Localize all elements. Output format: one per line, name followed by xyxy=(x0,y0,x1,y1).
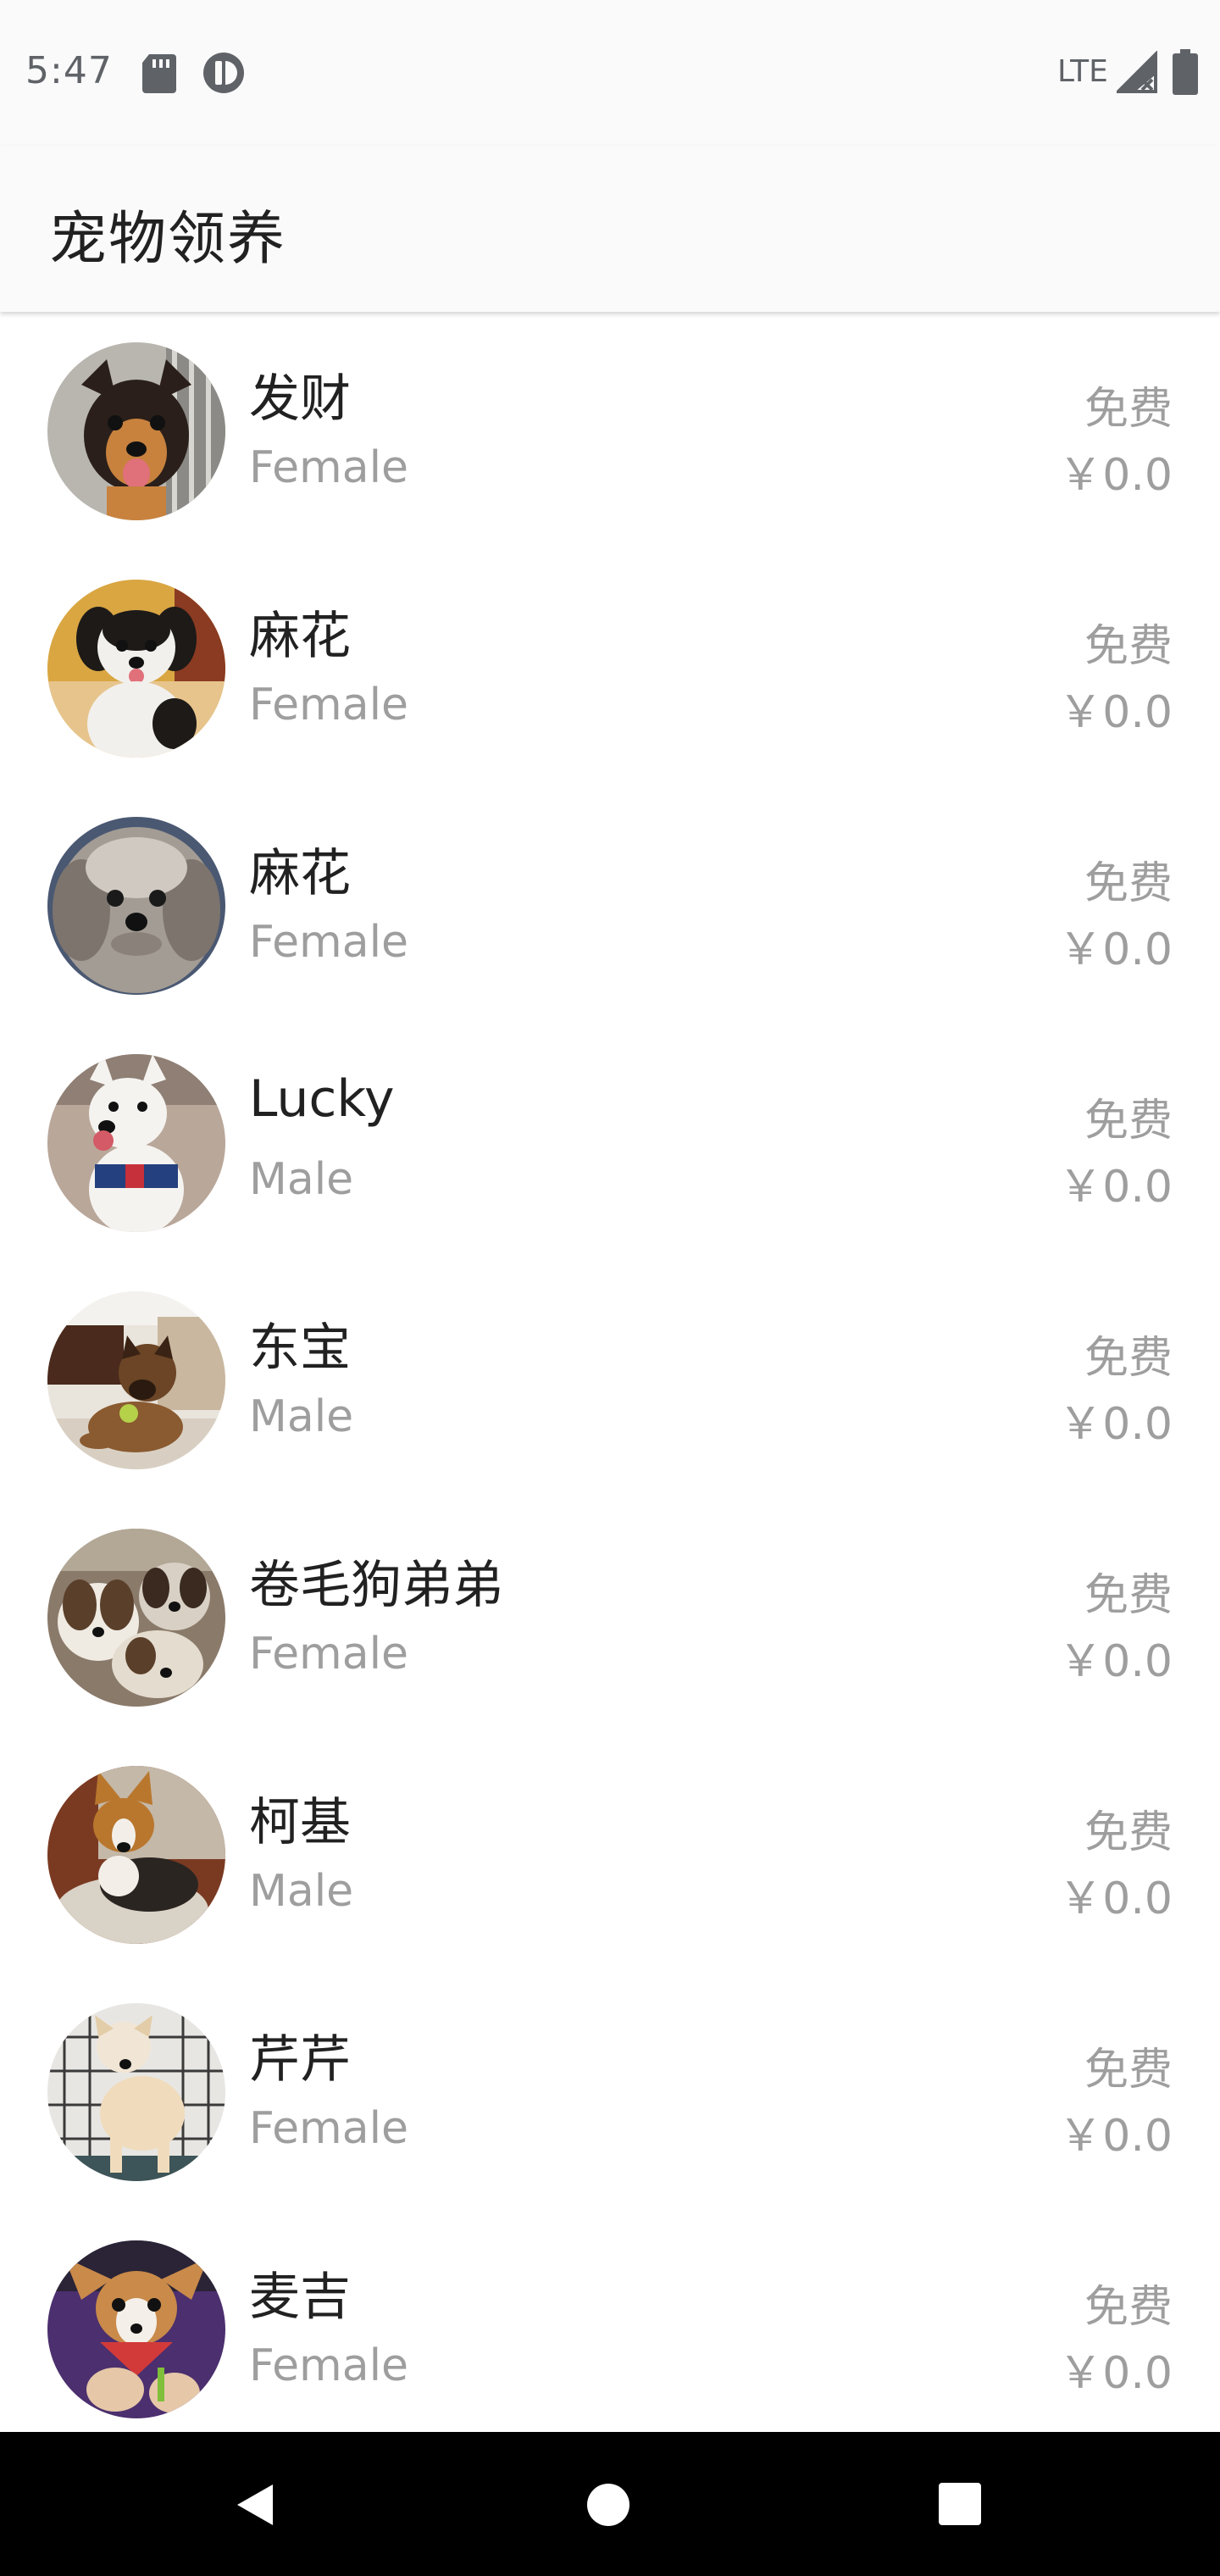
pet-name: 芹芹 xyxy=(249,2030,351,2090)
pet-avatar xyxy=(47,2003,225,2181)
pet-avatar xyxy=(47,2240,225,2418)
list-item[interactable]: 麦吉 Female 免费 ￥0.0 xyxy=(0,2213,1220,2451)
pet-gender: Female xyxy=(249,680,409,730)
page-title: 宠物领养 xyxy=(49,206,287,273)
pet-avatar xyxy=(47,342,225,520)
pet-name: Lucky xyxy=(249,1069,395,1129)
pet-list[interactable]: 发财 Female 免费 ￥0.0 麻花 Female 免费 ￥0.0 麻花 F… xyxy=(0,315,1220,2451)
screen: 5:47 LTE 宠物领养 发财 Female 免费 ￥0.0 麻花 Femal… xyxy=(0,0,1220,2576)
fee-label: 免费 xyxy=(1084,2045,1173,2096)
fee-label: 免费 xyxy=(1084,621,1173,672)
sd-card-icon xyxy=(141,53,178,93)
fee-price: ￥0.0 xyxy=(1058,1874,1173,1924)
fee-label: 免费 xyxy=(1084,1570,1173,1621)
fee-label: 免费 xyxy=(1084,1333,1173,1384)
navigation-bar xyxy=(0,2432,1220,2576)
list-item[interactable]: 麻花 Female 免费 ￥0.0 xyxy=(0,790,1220,1027)
battery-icon xyxy=(1173,49,1198,95)
pet-avatar xyxy=(47,1529,225,1707)
fee-price: ￥0.0 xyxy=(1058,1162,1173,1213)
pet-gender: Female xyxy=(249,917,409,968)
fee-price: ￥0.0 xyxy=(1058,1636,1173,1687)
fee-price: ￥0.0 xyxy=(1058,687,1173,738)
pet-gender: Female xyxy=(249,442,409,493)
pet-name: 麻花 xyxy=(249,844,351,903)
pet-name: 麦吉 xyxy=(249,2268,351,2327)
list-item[interactable]: 发财 Female 免费 ￥0.0 xyxy=(0,315,1220,552)
pet-avatar xyxy=(47,1054,225,1232)
app-bar: 宠物领养 xyxy=(0,146,1220,312)
fee-label: 免费 xyxy=(1084,2282,1173,2333)
list-item[interactable]: 芹芹 Female 免费 ￥0.0 xyxy=(0,1976,1220,2213)
fee-label: 免费 xyxy=(1084,384,1173,435)
network-type: LTE xyxy=(1057,54,1108,89)
fee-price: ￥0.0 xyxy=(1058,2348,1173,2399)
pet-avatar xyxy=(47,817,225,995)
list-item[interactable]: 麻花 Female 免费 ￥0.0 xyxy=(0,552,1220,790)
fee-price: ￥0.0 xyxy=(1058,924,1173,975)
pet-name: 卷毛狗弟弟 xyxy=(249,1556,503,1615)
pet-name: 发财 xyxy=(249,369,351,429)
pet-gender: Male xyxy=(249,1866,354,1917)
list-item[interactable]: 东宝 Male 免费 ￥0.0 xyxy=(0,1264,1220,1502)
status-bar: 5:47 LTE xyxy=(0,0,1220,146)
pet-avatar xyxy=(47,580,225,758)
pet-gender: Male xyxy=(249,1154,354,1205)
list-item[interactable]: 柯基 Male 免费 ￥0.0 xyxy=(0,1739,1220,1976)
pet-gender: Female xyxy=(249,2103,409,2154)
pet-gender: Male xyxy=(249,1391,354,1442)
fee-label: 免费 xyxy=(1084,1096,1173,1146)
back-icon[interactable] xyxy=(230,2479,281,2530)
fee-price: ￥0.0 xyxy=(1058,2111,1173,2162)
list-item[interactable]: Lucky Male 免费 ￥0.0 xyxy=(0,1027,1220,1264)
status-time: 5:47 xyxy=(25,49,113,92)
list-item[interactable]: 卷毛狗弟弟 Female 免费 ￥0.0 xyxy=(0,1502,1220,1739)
pet-name: 柯基 xyxy=(249,1793,351,1852)
signal-icon xyxy=(1114,50,1157,95)
pet-name: 东宝 xyxy=(249,1319,351,1378)
pet-avatar xyxy=(47,1766,225,1944)
recent-apps-icon[interactable] xyxy=(937,2481,983,2527)
pet-gender: Female xyxy=(249,2340,409,2391)
pd-icon xyxy=(202,51,246,95)
fee-label: 免费 xyxy=(1084,1807,1173,1858)
pet-gender: Female xyxy=(249,1629,409,1679)
pet-avatar xyxy=(47,1291,225,1469)
pet-name: 麻花 xyxy=(249,607,351,666)
fee-price: ￥0.0 xyxy=(1058,1399,1173,1450)
home-icon[interactable] xyxy=(585,2481,632,2529)
fee-label: 免费 xyxy=(1084,858,1173,909)
fee-price: ￥0.0 xyxy=(1058,450,1173,501)
